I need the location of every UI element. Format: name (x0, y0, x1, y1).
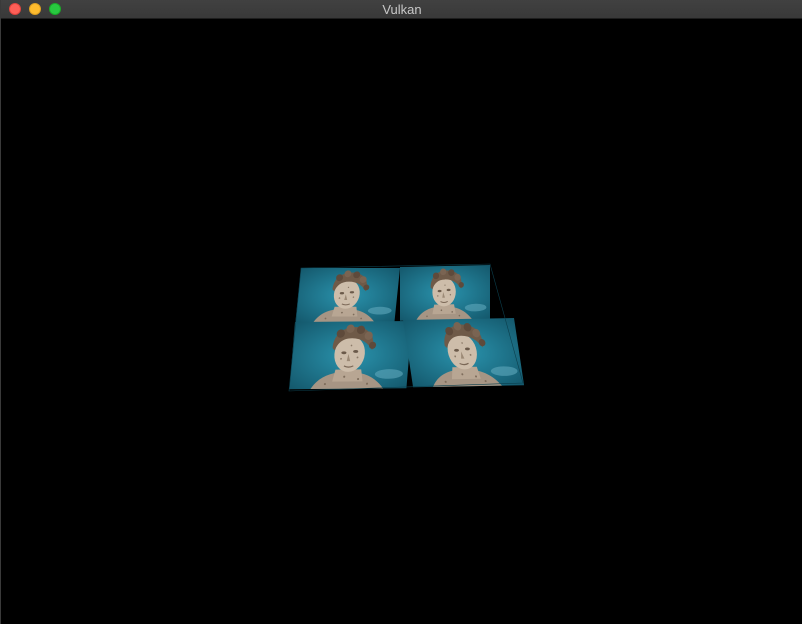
window-title: Vulkan (382, 2, 422, 17)
rendered-scene (288, 263, 525, 392)
title-bar[interactable]: Vulkan (1, 0, 802, 19)
render-viewport[interactable] (1, 19, 802, 624)
app-window: Vulkan (0, 0, 802, 624)
textured-quad (288, 263, 525, 392)
